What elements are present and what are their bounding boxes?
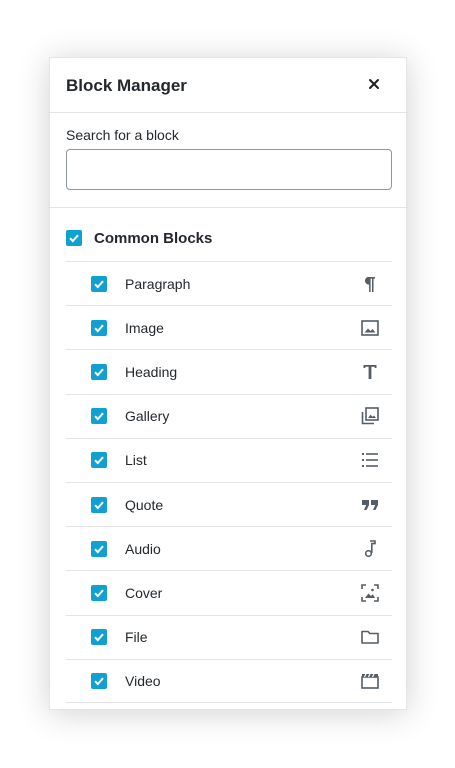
quote-icon [360, 495, 380, 515]
category-label: Common Blocks [94, 229, 213, 247]
block-item-paragraph[interactable]: Paragraph [66, 261, 392, 305]
modal-title: Block Manager [66, 76, 187, 95]
block-checkbox[interactable] [91, 319, 107, 336]
divider [50, 207, 406, 208]
block-list: Paragraph Image Heading Gallery List Quo… [66, 261, 392, 703]
block-checkbox[interactable] [91, 540, 107, 557]
search-label: Search for a block [66, 127, 179, 143]
close-icon [367, 77, 381, 96]
block-label: Cover [125, 584, 163, 601]
block-label: File [125, 629, 148, 646]
cover-icon [360, 583, 380, 603]
block-checkbox[interactable] [91, 452, 107, 469]
block-checkbox[interactable] [91, 275, 107, 292]
close-button[interactable] [362, 74, 386, 98]
search-input[interactable] [66, 149, 392, 190]
block-label: Gallery [125, 408, 170, 425]
block-item-audio[interactable]: Audio [66, 526, 392, 570]
block-item-image[interactable]: Image [66, 305, 392, 349]
category-checkbox[interactable] [66, 230, 82, 246]
block-checkbox[interactable] [91, 672, 107, 689]
block-checkbox[interactable] [91, 584, 107, 601]
block-item-cover[interactable]: Cover [66, 570, 392, 614]
block-manager-modal: Block Manager Search for a block Common … [49, 57, 407, 710]
list-icon [360, 450, 380, 470]
block-label: Video [125, 672, 161, 689]
modal-header: Block Manager [50, 58, 406, 113]
block-label: Paragraph [125, 275, 191, 292]
block-item-heading[interactable]: Heading [66, 349, 392, 393]
file-icon [360, 627, 380, 647]
gallery-icon [360, 406, 380, 426]
block-item-file[interactable]: File [66, 614, 392, 659]
block-label: Image [125, 319, 164, 336]
block-checkbox[interactable] [91, 629, 107, 646]
block-item-quote[interactable]: Quote [66, 481, 392, 526]
block-checkbox[interactable] [91, 496, 107, 513]
block-label: List [125, 452, 147, 469]
heading-icon [360, 362, 380, 382]
block-checkbox[interactable] [91, 363, 107, 380]
block-checkbox[interactable] [91, 408, 107, 425]
category-common-blocks[interactable]: Common Blocks [66, 228, 212, 248]
video-icon [360, 671, 380, 691]
audio-icon [360, 539, 380, 559]
block-item-video[interactable]: Video [66, 658, 392, 703]
paragraph-icon [360, 274, 380, 294]
block-label: Heading [125, 363, 178, 380]
image-icon [360, 318, 380, 338]
block-item-gallery[interactable]: Gallery [66, 393, 392, 438]
block-label: Audio [125, 540, 161, 557]
block-label: Quote [125, 496, 164, 513]
block-item-list[interactable]: List [66, 437, 392, 482]
